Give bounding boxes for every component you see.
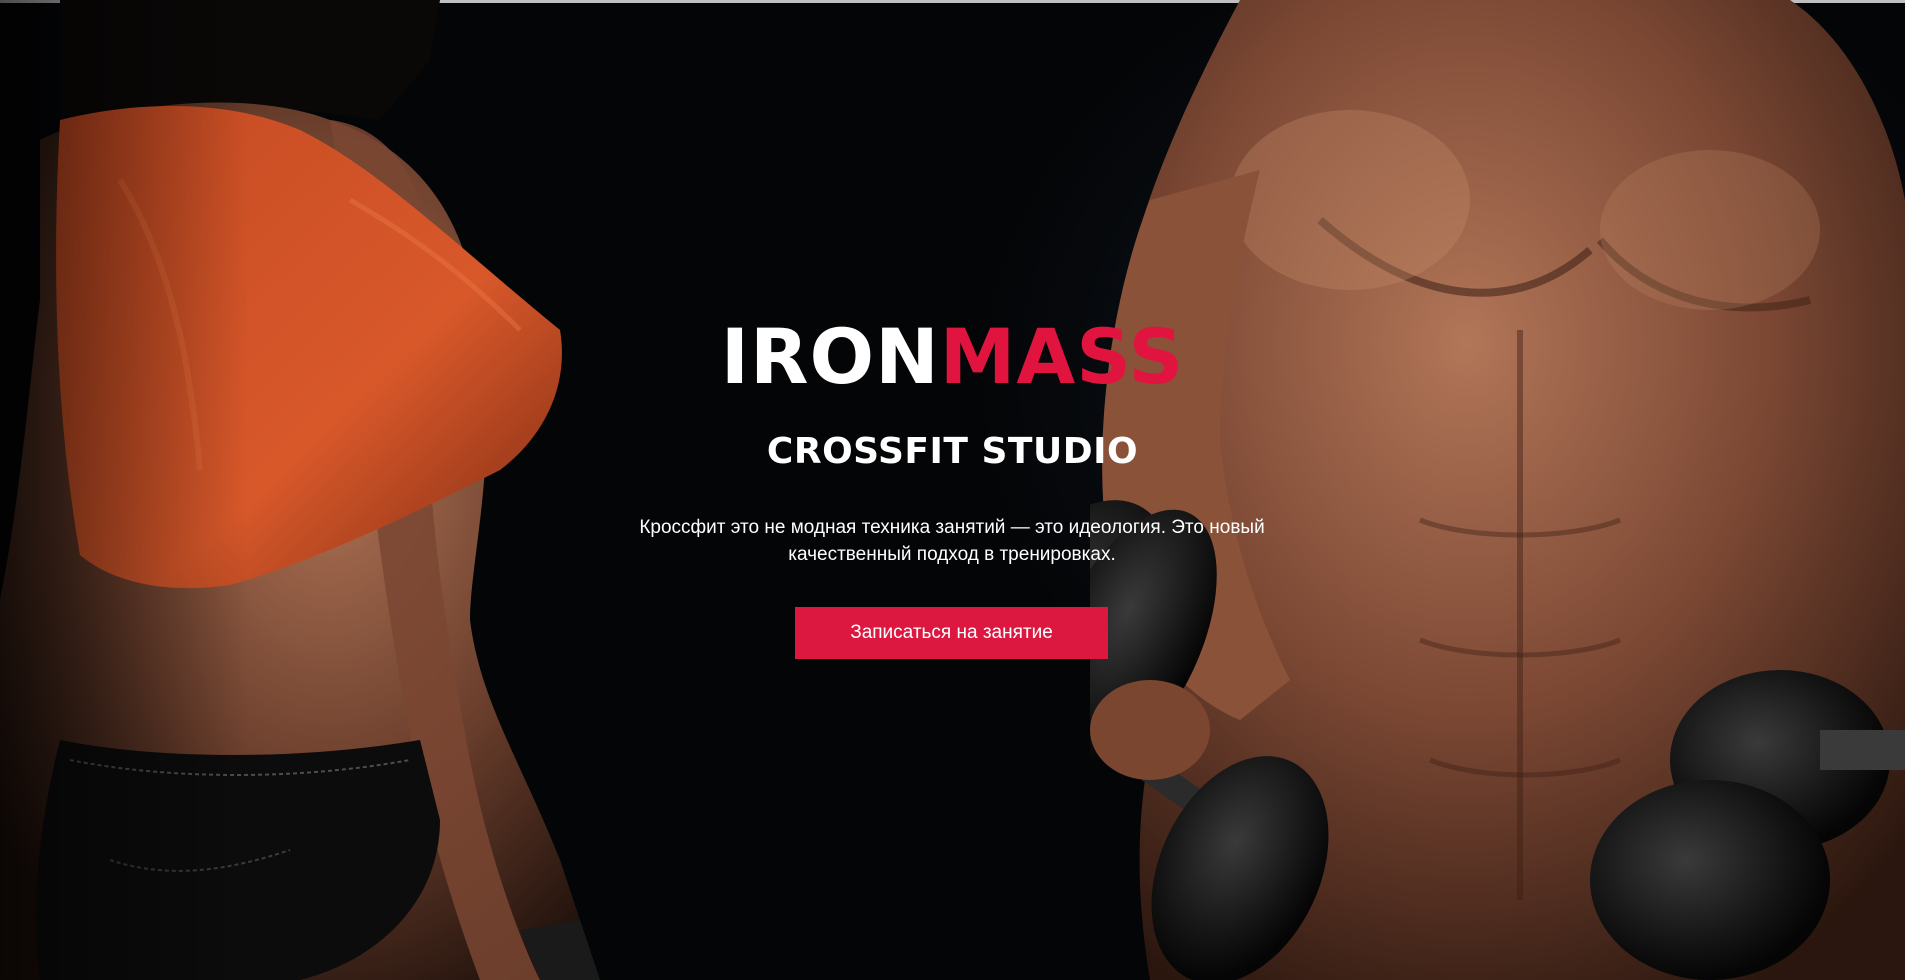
hero-content: IRONMASS CROSSFIT STUDIO Кроссфит это не… — [0, 0, 1905, 980]
hero-subtitle: CROSSFIT STUDIO — [766, 431, 1139, 472]
logo-mass: MASS — [939, 312, 1185, 401]
hero-description: Кроссфит это не модная техника занятий —… — [639, 517, 1265, 565]
brand-logo: IRONMASS — [0, 312, 1905, 402]
signup-class-button[interactable]: Записаться на занятие — [795, 607, 1108, 659]
logo-iron: IRON — [720, 312, 940, 401]
hero-section: IRONMASS CROSSFIT STUDIO Кроссфит это не… — [0, 0, 1905, 980]
